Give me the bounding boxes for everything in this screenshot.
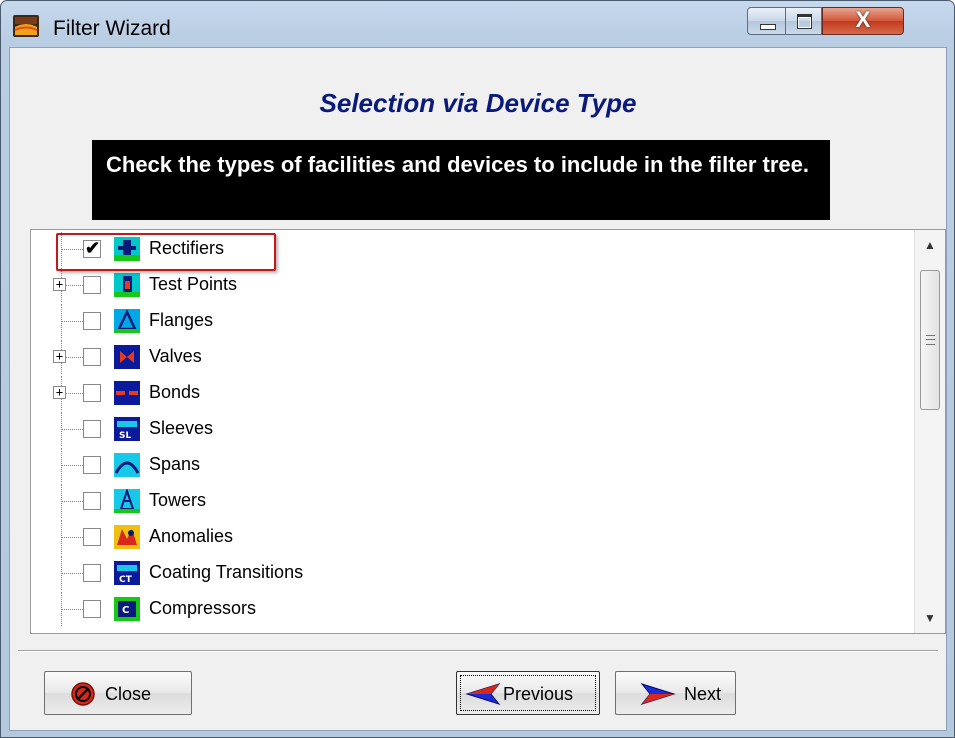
- tree-connector: [61, 609, 83, 610]
- tree-item-checkbox[interactable]: [83, 384, 101, 402]
- tree-item-checkbox[interactable]: [83, 348, 101, 366]
- tree-item-checkbox[interactable]: [83, 420, 101, 438]
- tree-item[interactable]: Flanges: [31, 304, 911, 338]
- tree-connector: [61, 501, 83, 502]
- bond-icon: [114, 381, 140, 405]
- tree-item[interactable]: + Test Points: [31, 268, 911, 302]
- tree-item-checkbox[interactable]: [83, 600, 101, 618]
- window-close-button[interactable]: X: [822, 7, 904, 35]
- svg-text:C: C: [122, 605, 129, 616]
- close-icon: X: [855, 7, 871, 32]
- tree-item[interactable]: + Bonds: [31, 376, 911, 410]
- tree-item-label[interactable]: Coating Transitions: [149, 562, 303, 583]
- expand-icon[interactable]: +: [53, 386, 66, 399]
- window-title: Filter Wizard: [53, 17, 171, 40]
- tree-item-checkbox[interactable]: [83, 276, 101, 294]
- svg-text:CT: CT: [119, 575, 133, 585]
- selection-highlight: [56, 233, 276, 271]
- flange-icon: [114, 309, 140, 333]
- instructions-panel: Check the types of facilities and device…: [92, 140, 830, 220]
- close-button-label: Close: [105, 684, 152, 704]
- maximize-icon: [797, 14, 812, 29]
- tree-item-checkbox[interactable]: [83, 528, 101, 546]
- tree-item-label[interactable]: Towers: [149, 490, 206, 511]
- device-type-tree[interactable]: ✔ Rectifiers + Test Points Flanges + Valves + Bo…: [30, 229, 946, 634]
- page-title: Selection via Device Type: [319, 88, 637, 118]
- next-button[interactable]: Next: [615, 671, 736, 715]
- tree-item-label[interactable]: Spans: [149, 454, 200, 475]
- expand-icon[interactable]: +: [53, 350, 66, 363]
- tree-item[interactable]: Towers: [31, 484, 911, 518]
- filter-wizard-window: Filter Wizard X Selection via Device Typ…: [0, 0, 955, 738]
- tree-item[interactable]: + Valves: [31, 340, 911, 374]
- tree-connector: [61, 321, 83, 322]
- divider: [18, 650, 938, 652]
- scroll-down-arrow[interactable]: ▼: [915, 603, 945, 633]
- anomaly-icon: [114, 525, 140, 549]
- tree-connector: [61, 537, 83, 538]
- compressor-icon: C: [114, 597, 140, 621]
- tree-item[interactable]: C Compressors: [31, 592, 911, 626]
- close-button[interactable]: Close: [44, 671, 192, 715]
- tree-item-label[interactable]: Valves: [149, 346, 202, 367]
- tree-item-label[interactable]: Test Points: [149, 274, 237, 295]
- tree-connector: [61, 573, 83, 574]
- tree-item[interactable]: Anomalies: [31, 520, 911, 554]
- svg-text:SL: SL: [119, 431, 131, 441]
- scroll-grip-icon: [926, 335, 935, 345]
- tree-item-label[interactable]: Flanges: [149, 310, 213, 331]
- tree-item-checkbox[interactable]: [83, 492, 101, 510]
- coating-transition-icon: CT: [114, 561, 140, 585]
- tree-item-label[interactable]: Anomalies: [149, 526, 233, 547]
- tree-item-checkbox[interactable]: [83, 456, 101, 474]
- previous-button-label: Previous: [503, 684, 574, 704]
- maximize-button[interactable]: [785, 7, 822, 35]
- tree-item-checkbox[interactable]: [83, 564, 101, 582]
- tree-item-label[interactable]: Bonds: [149, 382, 200, 403]
- vertical-scrollbar[interactable]: ▲ ▼: [914, 230, 945, 633]
- stop-icon: [71, 682, 95, 706]
- scroll-up-arrow[interactable]: ▲: [915, 230, 945, 260]
- tree-item[interactable]: SL Sleeves: [31, 412, 911, 446]
- tree-item[interactable]: CT Coating Transitions: [31, 556, 911, 590]
- previous-button[interactable]: Previous: [456, 671, 600, 715]
- valve-icon: [114, 345, 140, 369]
- scroll-thumb[interactable]: [920, 270, 940, 410]
- test-point-icon: [114, 273, 140, 297]
- tree-item[interactable]: Spans: [31, 448, 911, 482]
- next-button-label: Next: [684, 684, 722, 704]
- app-icon: [13, 15, 39, 37]
- sleeve-icon: SL: [114, 417, 140, 441]
- title-bar[interactable]: Filter Wizard X: [1, 1, 954, 40]
- minimize-button[interactable]: [747, 7, 786, 35]
- arrow-left-icon: [465, 683, 501, 705]
- tree-connector: [61, 465, 83, 466]
- tree-item-label[interactable]: Sleeves: [149, 418, 213, 439]
- expand-icon[interactable]: +: [53, 278, 66, 291]
- tree-item-label[interactable]: Compressors: [149, 598, 256, 619]
- tower-icon: [114, 489, 140, 513]
- tree-item-checkbox[interactable]: [83, 312, 101, 330]
- minimize-icon: [760, 24, 776, 30]
- arrow-right-icon: [640, 683, 676, 705]
- tree-connector: [61, 429, 83, 430]
- span-icon: [114, 453, 140, 477]
